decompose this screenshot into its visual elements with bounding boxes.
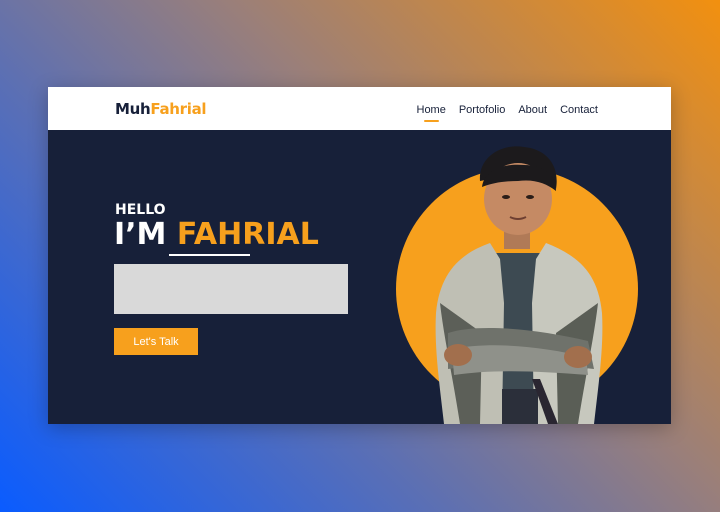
- landing-page-frame: MuhFahrial Home Portofolio About Contact…: [48, 87, 671, 424]
- logo-part-1: Muh: [115, 100, 151, 118]
- nav-item-about[interactable]: About: [518, 104, 547, 116]
- headline-name: FAHRIAL: [176, 217, 319, 252]
- nav-item-contact[interactable]: Contact: [560, 104, 598, 116]
- navbar: MuhFahrial Home Portofolio About Contact: [48, 87, 671, 130]
- placeholder-text-box: [114, 264, 348, 314]
- profile-photo: [435, 146, 603, 424]
- headline-underline: [169, 254, 250, 256]
- headline-prefix: I’M: [114, 217, 167, 252]
- nav-item-home[interactable]: Home: [417, 104, 446, 122]
- nav-item-portofolio[interactable]: Portofolio: [459, 104, 505, 116]
- nav-menu: Home Portofolio About Contact: [417, 104, 598, 122]
- greeting-text: HELLO: [115, 202, 166, 218]
- site-logo[interactable]: MuhFahrial: [115, 100, 207, 118]
- logo-part-2: Fahrial: [150, 100, 207, 118]
- lets-talk-button[interactable]: Let's Talk: [114, 328, 198, 355]
- hero-headline: I’M FAHRIAL: [114, 217, 319, 252]
